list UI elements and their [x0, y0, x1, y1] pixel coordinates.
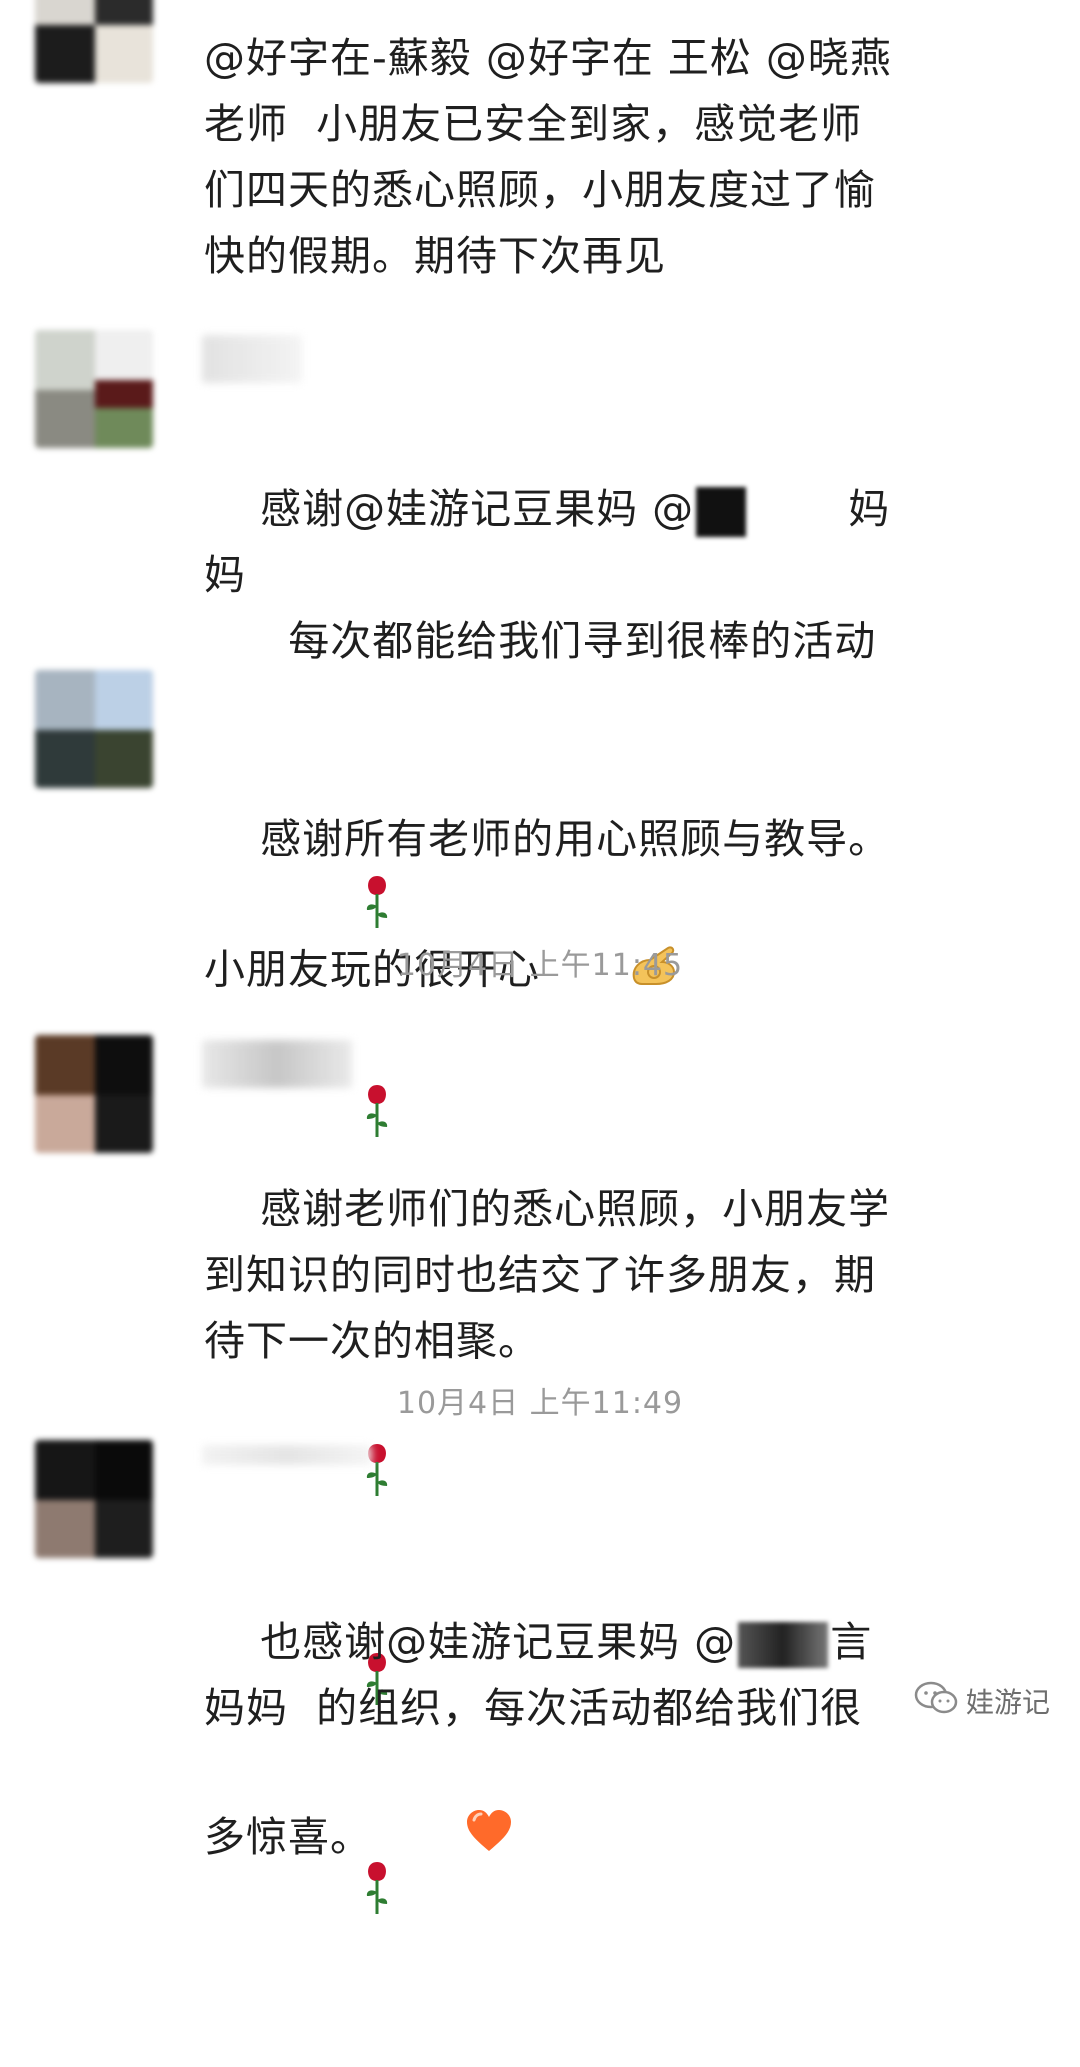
watermark: 娃游记	[914, 1679, 1050, 1723]
chat-message-1: @好字在-蘇毅 @好字在 王松 @晓燕老师 小朋友已安全到家，感觉老师们四天的悉…	[0, 0, 1080, 290]
mention-name-blurred	[738, 1622, 829, 1668]
message-text: @好字在-蘇毅 @好字在 王松 @晓燕老师 小朋友已安全到家，感觉老师们四天的悉…	[204, 34, 892, 280]
nickname-blurred	[202, 335, 302, 383]
mention-name-blurred	[696, 487, 747, 537]
message-text: 也感谢@娃游记豆果妈 @ 言妈妈 的组织，每次活动都给我们很多惊喜。	[204, 1543, 904, 2005]
timestamp: 10月4日 上午11:49	[396, 1386, 684, 1421]
avatar[interactable]	[35, 0, 153, 83]
chat-message-2: 感谢@娃游记豆果妈 @ 妈妈 每次都能给我们寻到很棒的活动	[0, 330, 1080, 1137]
chat-message-4: 感谢老师们的悉心照顾，小朋友学到知识的同时也结交了许多朋友，期待下一次的相聚。	[0, 1035, 1080, 1914]
nickname-blurred	[202, 1040, 352, 1088]
avatar[interactable]	[35, 670, 153, 788]
watermark-label: 娃游记	[965, 1686, 1050, 1719]
wechat-icon	[914, 1681, 958, 1722]
nickname-blurred	[202, 1445, 372, 1465]
avatar[interactable]	[35, 1035, 153, 1153]
avatar[interactable]	[35, 1440, 153, 1558]
avatar[interactable]	[35, 330, 153, 448]
timestamp: 10月4日 上午11:45	[396, 948, 684, 983]
chat-message-3: 感谢所有老师的用心照顾与教导。小朋友玩的很开心	[0, 670, 1080, 994]
heart-icon	[380, 1741, 514, 1939]
